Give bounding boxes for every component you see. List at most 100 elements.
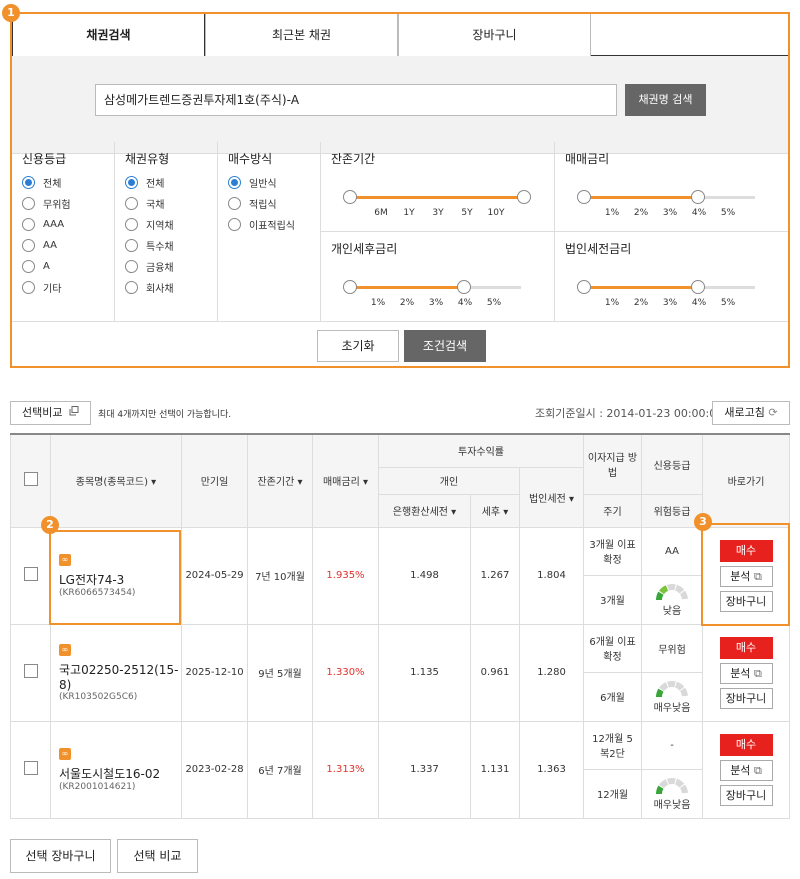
remaining-slider-min-handle[interactable] (343, 190, 357, 204)
risk-gauge-icon (656, 778, 688, 794)
radio-button[interactable] (22, 176, 35, 189)
radio-button[interactable] (22, 239, 35, 252)
add-to-cart-button[interactable]: 장바구니 (719, 784, 773, 806)
radio-button[interactable] (22, 197, 35, 210)
purchase-option[interactable]: 일반식 (218, 172, 320, 193)
bond-name[interactable]: 국고02250-2512(15-8) (59, 661, 181, 692)
radio-button[interactable] (22, 218, 35, 231)
radio-button[interactable] (125, 260, 138, 273)
after-tax-cell: 0.961 (470, 623, 520, 722)
bond-type-option-label: 지역채 (146, 221, 174, 232)
credit-option[interactable]: 전체 (12, 172, 114, 193)
personal-rate-slider-handle[interactable] (457, 280, 471, 294)
trade-rate-slider-handle[interactable] (691, 190, 705, 204)
radio-button[interactable] (125, 239, 138, 252)
bond-code: (KR2001014621) (59, 781, 136, 792)
period-cell: 6개월 (583, 671, 642, 722)
personal-rate-slider-min-handle[interactable] (343, 280, 357, 294)
refresh-button[interactable]: 새로고침 ⟳ (712, 401, 790, 425)
radio-button[interactable] (22, 260, 35, 273)
interest-badge-icon: ∞ (59, 643, 71, 656)
add-to-cart-button[interactable]: 장바구니 (719, 590, 773, 612)
remaining-slider[interactable]: 6M 1Y 3Y 5Y 10Y (343, 190, 533, 220)
buy-button[interactable]: 매수 (719, 733, 773, 756)
corporate-rate-slider-min-handle[interactable] (577, 280, 591, 294)
remaining-slider-fill (349, 196, 523, 199)
reset-button[interactable]: 초기화 (317, 330, 399, 362)
radio-button[interactable] (125, 281, 138, 294)
personal-rate-slider[interactable]: 1% 2% 3% 4% 5% (343, 280, 533, 310)
credit-option[interactable]: AA (12, 235, 114, 256)
bank-conv-column-header[interactable]: 은행환산세전 ▾ (378, 493, 471, 528)
maturity-column-header[interactable]: 만기일 (181, 433, 248, 528)
remaining-column-header[interactable]: 잔존기간 ▾ (247, 433, 313, 528)
buy-button[interactable]: 매수 (719, 636, 773, 659)
trade-rate-column-header[interactable]: 매매금리 ▾ (312, 433, 379, 528)
bond-type-option[interactable]: 특수채 (115, 235, 217, 256)
radio-button[interactable] (125, 218, 138, 231)
row-checkbox[interactable] (23, 761, 38, 775)
bond-name-cell[interactable]: ∞ LG전자74-3 (KR6066573454) (50, 526, 182, 625)
bond-type-option[interactable]: 회사채 (115, 277, 217, 298)
selected-cart-button[interactable]: 선택 장바구니 (10, 839, 111, 873)
sort-down-icon: ▾ (297, 477, 303, 489)
select-all-checkbox[interactable] (23, 472, 38, 487)
credit-option[interactable]: 기타 (12, 277, 114, 298)
purchase-option[interactable]: 이표적립식 (218, 214, 320, 235)
tab-cart[interactable]: 장바구니 (398, 14, 591, 56)
name-column-header[interactable]: 종목명(종목코드) ▾ (50, 433, 182, 528)
bond-name-cell[interactable]: ∞ 서울도시철도16-02 (KR2001014621) (50, 720, 182, 819)
credit-option[interactable]: 무위험 (12, 193, 114, 214)
risk-grade-cell: 낮음 (641, 574, 703, 625)
purchase-option[interactable]: 적립식 (218, 193, 320, 214)
credit-option[interactable]: A (12, 256, 114, 277)
bond-name-input[interactable]: 삼성메가트렌드증권투자제1호(주식)-A (95, 84, 617, 116)
corp-column-header[interactable]: 법인세전 ▾ (519, 466, 584, 528)
bond-name[interactable]: 서울도시철도16-02 (59, 765, 181, 782)
trade-rate-cell: 1.330% (312, 623, 379, 722)
row-checkbox[interactable] (23, 664, 38, 678)
credit-filter: 신용등급 전체 무위험 AAA AA A 기타 (12, 142, 115, 322)
trade-rate-slider[interactable]: 1% 2% 3% 4% 5% (577, 190, 767, 220)
sort-down-icon: ▾ (362, 477, 369, 489)
corporate-rate-slider-fill (583, 286, 697, 289)
analysis-button[interactable]: 분석 ⧉ (719, 565, 773, 587)
risk-grade-label: 매우낮음 (653, 703, 691, 714)
analysis-button[interactable]: 분석 ⧉ (719, 759, 773, 781)
remaining-tick: 1Y (403, 208, 415, 218)
bond-type-option[interactable]: 국채 (115, 193, 217, 214)
condition-search-button[interactable]: 조건검색 (404, 330, 486, 362)
analysis-button[interactable]: 분석 ⧉ (719, 662, 773, 684)
bond-type-option[interactable]: 금융채 (115, 256, 217, 277)
select-compare-button[interactable]: 선택비교 (10, 401, 91, 425)
radio-button[interactable] (228, 218, 241, 231)
callout-badge: 2 (41, 516, 59, 534)
bond-type-option[interactable]: 전체 (115, 172, 217, 193)
radio-button[interactable] (228, 176, 241, 189)
add-to-cart-button[interactable]: 장바구니 (719, 687, 773, 709)
selected-compare-button[interactable]: 선택 비교 (117, 839, 198, 873)
trade-rate-slider-min-handle[interactable] (577, 190, 591, 204)
maturity-cell: 2023-02-28 (181, 720, 248, 819)
bond-name-search-button[interactable]: 채권명 검색 (625, 84, 706, 116)
remaining-filter-title: 잔존기간 (331, 152, 376, 166)
row-checkbox[interactable] (23, 567, 38, 581)
remaining-slider-max-handle[interactable] (517, 190, 531, 204)
after-tax-cell: 1.131 (470, 720, 520, 819)
bond-name[interactable]: LG전자74-3 (59, 571, 181, 588)
bond-type-option-label: 특수채 (146, 242, 174, 253)
corporate-rate-slider[interactable]: 1% 2% 3% 4% 5% (577, 280, 767, 310)
tab-bond-search[interactable]: 채권검색 (12, 14, 205, 57)
search-bar: 삼성메가트렌드증권투자제1호(주식)-A 채권명 검색 (12, 56, 788, 154)
tab-recent-bonds[interactable]: 최근본 채권 (205, 14, 398, 56)
buy-button[interactable]: 매수 (719, 539, 773, 562)
bond-name-cell[interactable]: ∞ 국고02250-2512(15-8) (KR103502G5C6) (50, 623, 182, 722)
after-tax-column-header[interactable]: 세후 ▾ (470, 493, 520, 528)
radio-button[interactable] (125, 197, 138, 210)
radio-button[interactable] (125, 176, 138, 189)
radio-button[interactable] (228, 197, 241, 210)
radio-button[interactable] (22, 281, 35, 294)
credit-option[interactable]: AAA (12, 214, 114, 235)
bond-type-option[interactable]: 지역채 (115, 214, 217, 235)
corporate-rate-slider-handle[interactable] (691, 280, 705, 294)
